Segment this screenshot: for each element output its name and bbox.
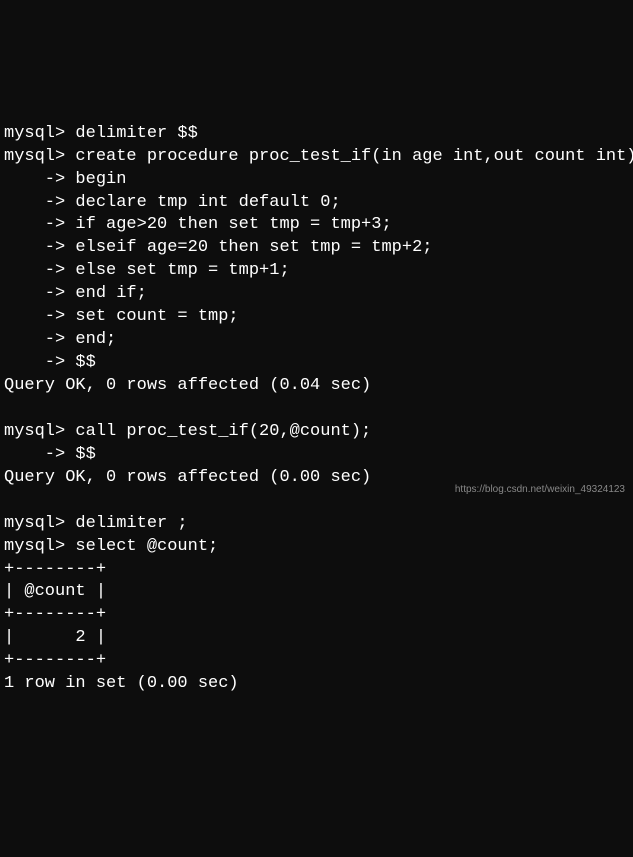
- watermark: https://blog.csdn.net/weixin_49324123: [455, 483, 625, 497]
- terminal-line: -> $$: [4, 353, 96, 372]
- terminal-line: -> if age>20 then set tmp = tmp+3;: [4, 215, 392, 234]
- terminal-line: mysql> select @count;: [4, 537, 218, 556]
- terminal-line: mysql> call proc_test_if(20,@count);: [4, 422, 371, 441]
- terminal-line: Query OK, 0 rows affected (0.00 sec): [4, 468, 371, 487]
- terminal-line: +--------+: [4, 651, 106, 670]
- terminal-line: -> declare tmp int default 0;: [4, 193, 341, 212]
- terminal-output: mysql> delimiter $$ mysql> create proced…: [0, 100, 633, 696]
- terminal-line: mysql> delimiter $$: [4, 124, 198, 143]
- terminal-line: Query OK, 0 rows affected (0.04 sec): [4, 376, 371, 395]
- terminal-line: +--------+: [4, 560, 106, 579]
- terminal-line: -> end;: [4, 330, 116, 349]
- terminal-line: 1 row in set (0.00 sec): [4, 674, 239, 693]
- terminal-line: mysql> delimiter ;: [4, 514, 188, 533]
- terminal-line: -> else set tmp = tmp+1;: [4, 261, 290, 280]
- terminal-line: | 2 |: [4, 628, 106, 647]
- terminal-line: -> end if;: [4, 284, 147, 303]
- terminal-line: | @count |: [4, 582, 106, 601]
- terminal-line: +--------+: [4, 605, 106, 624]
- terminal-line: -> elseif age=20 then set tmp = tmp+2;: [4, 238, 432, 257]
- terminal-line: -> set count = tmp;: [4, 307, 239, 326]
- terminal-line: -> $$: [4, 445, 96, 464]
- terminal-line: -> begin: [4, 170, 126, 189]
- terminal-line: mysql> create procedure proc_test_if(in …: [4, 147, 633, 166]
